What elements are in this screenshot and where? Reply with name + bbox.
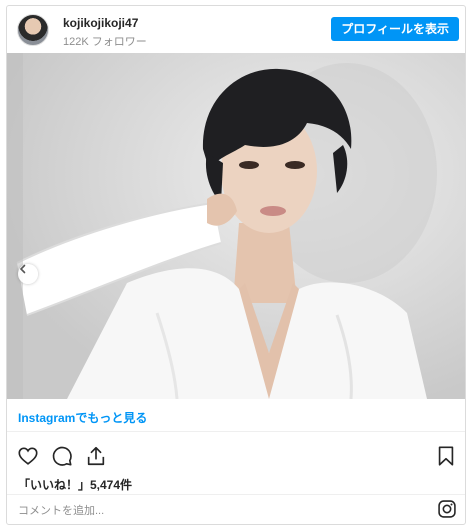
instagram-logo-icon[interactable] <box>437 499 457 519</box>
carousel-previous-button[interactable] <box>18 264 38 284</box>
divider <box>7 431 465 432</box>
portrait-illustration <box>7 53 465 399</box>
comment-icon[interactable] <box>51 445 73 467</box>
avatar[interactable] <box>17 14 49 46</box>
post-header: kojikojikoji47 122K フォロワー プロフィールを表示 <box>7 6 465 52</box>
comment-input[interactable] <box>18 502 398 520</box>
view-more-on-instagram-link[interactable]: Instagramでもっと見る <box>18 409 147 426</box>
heart-icon[interactable] <box>17 445 39 467</box>
instagram-embed-card: kojikojikoji47 122K フォロワー プロフィールを表示 Inst… <box>6 5 466 525</box>
bookmark-icon[interactable] <box>435 445 457 467</box>
chevron-left-icon <box>19 264 26 274</box>
post-photo[interactable] <box>7 53 465 399</box>
username-link[interactable]: kojikojikoji47 <box>63 16 138 30</box>
share-icon[interactable] <box>85 445 107 467</box>
divider <box>7 494 465 495</box>
view-profile-button[interactable]: プロフィールを表示 <box>331 17 459 41</box>
like-count[interactable]: 「いいね！」5,474件 <box>18 476 132 493</box>
follower-count: 122K フォロワー <box>63 36 147 48</box>
